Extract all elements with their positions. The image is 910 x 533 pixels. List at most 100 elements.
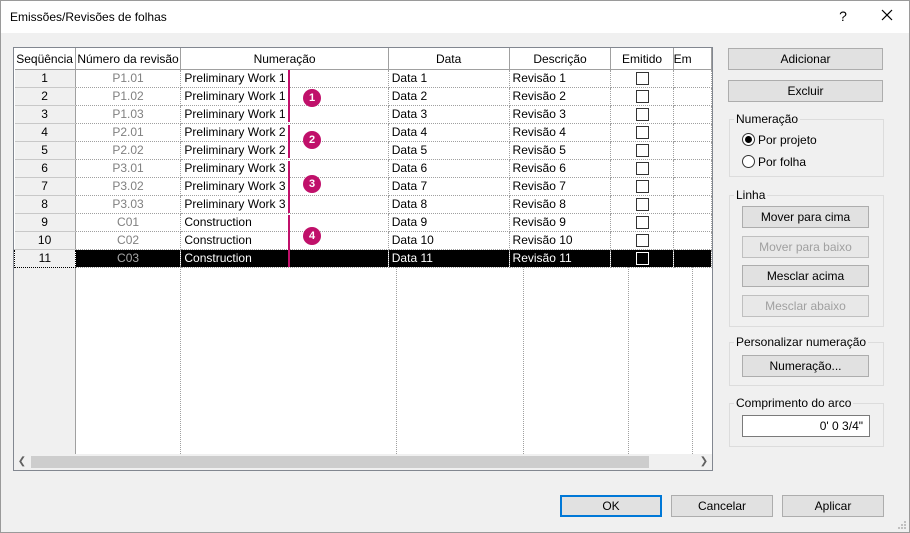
table-cell-issued-by[interactable] <box>673 213 712 232</box>
radio-per-project[interactable]: Por projeto <box>742 133 817 147</box>
apply-button[interactable]: Aplicar <box>782 495 884 517</box>
table-cell-date[interactable]: Data 3 <box>388 105 510 124</box>
issued-checkbox[interactable] <box>635 72 649 86</box>
table-cell-sequence[interactable]: 10 <box>14 231 76 250</box>
issued-checkbox[interactable] <box>635 234 649 248</box>
table-cell-sequence[interactable]: 1 <box>14 69 76 88</box>
table-cell-sequence[interactable]: 6 <box>14 159 76 178</box>
table-cell-description[interactable]: Revisão 8 <box>509 195 612 214</box>
table-cell-sequence[interactable]: 3 <box>14 105 76 124</box>
table-cell-sequence[interactable]: 8 <box>14 195 76 214</box>
table-cell-revision-number[interactable]: C03 <box>75 249 182 268</box>
add-button[interactable]: Adicionar <box>728 48 883 70</box>
table-cell-description[interactable]: Revisão 11 <box>509 249 612 268</box>
table-cell-issued-by[interactable] <box>673 159 712 178</box>
table-cell-date[interactable]: Data 9 <box>388 213 510 232</box>
table-row[interactable]: 1 P1.01 Preliminary Work 1 Data 1 Revisão 1 <box>14 69 712 88</box>
table-cell-numbering[interactable]: Preliminary Work 3 <box>180 195 389 214</box>
table-cell-numbering[interactable]: Construction <box>180 213 389 232</box>
table-cell-sequence[interactable]: 9 <box>14 213 76 232</box>
table-cell-issued-by[interactable] <box>673 231 712 250</box>
table-cell-revision-number[interactable]: C01 <box>75 213 182 232</box>
table-cell-date[interactable]: Data 11 <box>388 249 510 268</box>
table-cell-revision-number[interactable]: C02 <box>75 231 182 250</box>
radio-per-sheet[interactable]: Por folha <box>742 155 806 169</box>
table-cell-issued-by[interactable] <box>673 249 712 268</box>
table-cell-issued-by[interactable] <box>673 141 712 160</box>
table-cell-revision-number[interactable]: P3.01 <box>75 159 182 178</box>
issued-checkbox[interactable] <box>635 252 649 266</box>
issued-checkbox[interactable] <box>635 216 649 230</box>
column-header-issued[interactable]: Emitido <box>610 48 674 70</box>
table-cell-issued-by[interactable] <box>673 69 712 88</box>
move-up-button[interactable]: Mover para cima <box>742 206 869 228</box>
table-cell-description[interactable]: Revisão 6 <box>509 159 612 178</box>
table-cell-revision-number[interactable]: P1.02 <box>75 87 182 106</box>
table-cell-numbering[interactable]: Preliminary Work 3 <box>180 159 389 178</box>
table-cell-issued-by[interactable] <box>673 123 712 142</box>
table-cell-date[interactable]: Data 1 <box>388 69 510 88</box>
column-header-revision-number[interactable]: Número da revisão <box>75 48 182 70</box>
table-cell-sequence[interactable]: 2 <box>14 87 76 106</box>
table-cell-description[interactable]: Revisão 9 <box>509 213 612 232</box>
horizontal-scrollbar[interactable]: ❮ ❯ <box>14 454 712 470</box>
table-cell-description[interactable]: Revisão 7 <box>509 177 612 196</box>
issued-checkbox[interactable] <box>635 198 649 212</box>
issued-checkbox[interactable] <box>635 180 649 194</box>
table-cell-sequence[interactable]: 5 <box>14 141 76 160</box>
delete-button[interactable]: Excluir <box>728 80 883 102</box>
scrollbar-thumb[interactable] <box>31 456 649 468</box>
cancel-button[interactable]: Cancelar <box>671 495 773 517</box>
table-cell-numbering[interactable]: Preliminary Work 1 <box>180 87 389 106</box>
table-cell-date[interactable]: Data 7 <box>388 177 510 196</box>
table-cell-date[interactable]: Data 6 <box>388 159 510 178</box>
table-cell-date[interactable]: Data 4 <box>388 123 510 142</box>
table-cell-numbering[interactable]: Construction <box>180 249 389 268</box>
table-row[interactable]: 11 C03 Construction Data 11 Revisão 11 <box>14 249 712 268</box>
table-cell-sequence[interactable]: 4 <box>14 123 76 142</box>
table-row[interactable]: 9 C01 Construction Data 9 Revisão 9 <box>14 213 712 232</box>
table-cell-revision-number[interactable]: P3.03 <box>75 195 182 214</box>
table-cell-numbering[interactable]: Construction <box>180 231 389 250</box>
table-cell-sequence[interactable]: 11 <box>14 249 76 268</box>
column-header-sequence[interactable]: Seqüência <box>14 48 76 70</box>
issued-checkbox[interactable] <box>635 144 649 158</box>
table-cell-revision-number[interactable]: P1.01 <box>75 69 182 88</box>
table-cell-date[interactable]: Data 5 <box>388 141 510 160</box>
table-cell-revision-number[interactable]: P3.02 <box>75 177 182 196</box>
table-cell-description[interactable]: Revisão 3 <box>509 105 612 124</box>
issued-checkbox[interactable] <box>635 126 649 140</box>
close-icon[interactable] <box>877 5 897 25</box>
table-row[interactable]: 2 P1.02 Preliminary Work 1 Data 2 Revisão 2 <box>14 87 712 106</box>
table-cell-revision-number[interactable]: P2.02 <box>75 141 182 160</box>
column-header-description[interactable]: Descrição <box>509 48 612 70</box>
issued-checkbox[interactable] <box>635 90 649 104</box>
table-row[interactable]: 6 P3.01 Preliminary Work 3 Data 6 Revisão 6 <box>14 159 712 178</box>
issued-checkbox[interactable] <box>635 162 649 176</box>
ok-button[interactable]: OK <box>560 495 662 517</box>
table-cell-issued-by[interactable] <box>673 195 712 214</box>
table-cell-issued-by[interactable] <box>673 105 712 124</box>
revisions-table[interactable]: Seqüência Número da revisão Numeração Da… <box>13 47 713 471</box>
table-row[interactable]: 3 P1.03 Preliminary Work 1 Data 3 Revisão 3 <box>14 105 712 124</box>
move-down-button[interactable]: Mover para baixo <box>742 236 869 258</box>
table-cell-sequence[interactable]: 7 <box>14 177 76 196</box>
table-row[interactable]: 4 P2.01 Preliminary Work 2 Data 4 Revisão 4 <box>14 123 712 142</box>
table-cell-description[interactable]: Revisão 5 <box>509 141 612 160</box>
table-cell-numbering[interactable]: Preliminary Work 1 <box>180 105 389 124</box>
radio-per-project-indicator[interactable] <box>742 133 755 146</box>
scroll-left-icon[interactable]: ❮ <box>14 454 30 470</box>
merge-down-button[interactable]: Mesclar abaixo <box>742 295 869 317</box>
table-cell-numbering[interactable]: Preliminary Work 1 <box>180 69 389 88</box>
table-cell-date[interactable]: Data 2 <box>388 87 510 106</box>
table-cell-issued-by[interactable] <box>673 177 712 196</box>
table-cell-description[interactable]: Revisão 1 <box>509 69 612 88</box>
table-cell-description[interactable]: Revisão 2 <box>509 87 612 106</box>
table-cell-date[interactable]: Data 10 <box>388 231 510 250</box>
table-cell-description[interactable]: Revisão 4 <box>509 123 612 142</box>
column-header-date[interactable]: Data <box>388 48 510 70</box>
table-row[interactable]: 7 P3.02 Preliminary Work 3 Data 7 Revisão 7 <box>14 177 712 196</box>
issued-checkbox[interactable] <box>635 108 649 122</box>
scroll-right-icon[interactable]: ❯ <box>696 454 712 470</box>
table-row[interactable]: 10 C02 Construction Data 10 Revisão 10 <box>14 231 712 250</box>
